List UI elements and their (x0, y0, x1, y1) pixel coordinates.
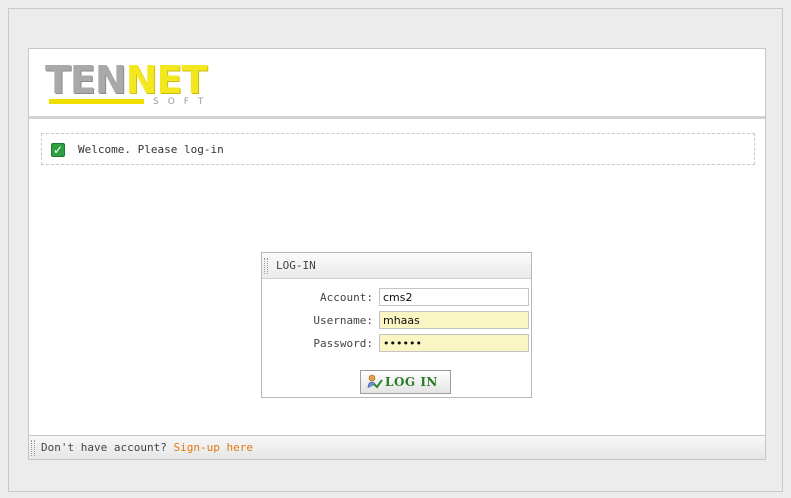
signup-link[interactable]: Sign-up here (173, 441, 252, 454)
account-row: Account: (262, 288, 531, 308)
login-panel-header: LOG-IN (262, 253, 531, 279)
login-button[interactable]: LOG IN (360, 370, 451, 394)
password-label: Password: (313, 337, 373, 350)
drag-grip-icon[interactable] (264, 258, 268, 274)
login-button-label: LOG IN (385, 375, 438, 389)
username-row: Username: (262, 311, 531, 331)
welcome-message-box: ✓ Welcome. Please log-in (41, 133, 755, 165)
login-panel: LOG-IN Account: Username: Password: LOG … (261, 252, 532, 398)
username-input[interactable] (379, 311, 529, 329)
account-label: Account: (320, 291, 373, 304)
footer-grip-icon (31, 440, 35, 456)
header: TENNET SOFT (29, 49, 765, 119)
logo-part-net: NET (125, 58, 208, 102)
signup-prompt: Don't have account? (41, 441, 167, 454)
check-icon: ✓ (51, 143, 65, 157)
logo-wordmark: TENNET (45, 61, 207, 99)
footer: Don't have account? Sign-up here (29, 435, 765, 459)
password-row: Password: (262, 334, 531, 354)
user-check-icon (367, 374, 383, 389)
username-label: Username: (313, 314, 373, 327)
logo-yellow-bar (49, 99, 144, 104)
password-input[interactable] (379, 334, 529, 352)
account-input[interactable] (379, 288, 529, 306)
logo-part-ten: TEN (45, 58, 127, 102)
login-panel-title: LOG-IN (276, 259, 316, 272)
logo-subtitle: SOFT (153, 97, 213, 107)
main-panel: TENNET SOFT ✓ Welcome. Please log-in LOG… (28, 48, 766, 460)
tennet-soft-logo: TENNET SOFT (45, 61, 235, 109)
footer-text: Don't have account? Sign-up here (41, 441, 253, 454)
welcome-text: Welcome. Please log-in (78, 143, 224, 156)
